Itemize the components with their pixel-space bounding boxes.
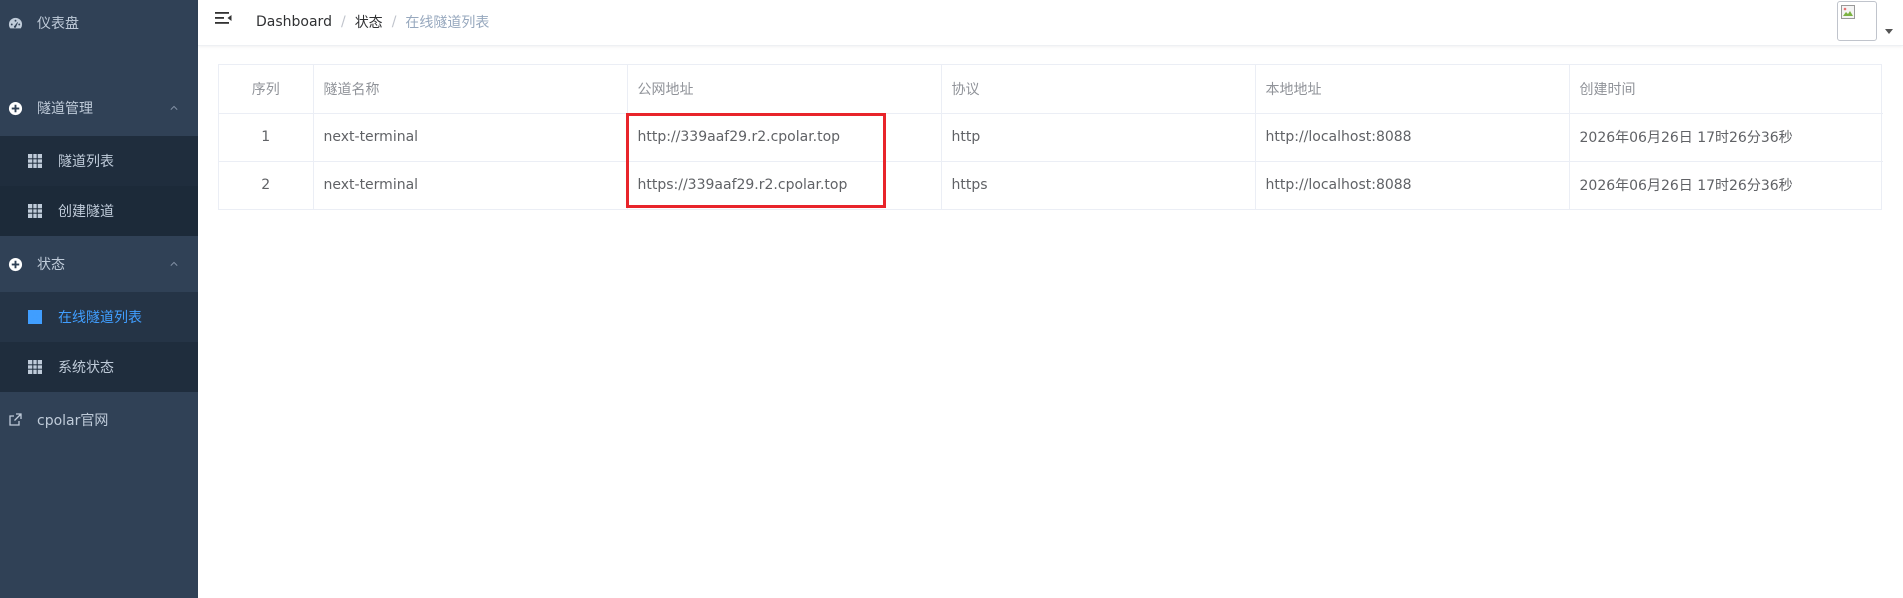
table-header-row: 序列 隧道名称 公网地址 协议 本地地址 创建时间	[219, 65, 1883, 114]
table-icon	[28, 204, 42, 218]
breadcrumb-separator: /	[391, 14, 397, 30]
sidebar-item-label: 仪表盘	[37, 16, 79, 32]
sidebar-item-create-tunnel[interactable]: 创建隧道	[0, 186, 198, 236]
breadcrumb-current: 在线隧道列表	[405, 15, 490, 31]
table-icon	[28, 154, 42, 168]
column-header-public-url: 公网地址	[627, 65, 942, 114]
column-header-protocol: 协议	[941, 65, 1256, 114]
cell-public-url[interactable]: http://339aaf29.r2.cpolar.top	[627, 113, 942, 162]
plus-circle-icon	[7, 256, 23, 272]
online-tunnel-table: 序列 隧道名称 公网地址 协议 本地地址 创建时间 1 next-termina…	[218, 64, 1883, 210]
external-link-icon	[7, 412, 23, 428]
cell-public-url[interactable]: https://339aaf29.r2.cpolar.top	[627, 161, 942, 209]
submenu-tunnel-mgmt: 隧道列表 创建隧道	[0, 136, 198, 236]
cell-index: 2	[219, 161, 314, 209]
sidebar-group-label: 隧道管理	[37, 101, 93, 117]
cell-local-addr: http://localhost:8088	[1255, 113, 1570, 162]
cell-index: 1	[219, 113, 314, 162]
broken-image-icon	[1841, 5, 1855, 19]
submenu-status: 在线隧道列表 系统状态	[0, 292, 198, 392]
plus-circle-icon	[7, 100, 23, 116]
chevron-up-icon	[170, 105, 178, 110]
sidebar-item-cpolar-official[interactable]: cpolar官网	[0, 392, 198, 448]
table-row: 2 next-terminal https://339aaf29.r2.cpol…	[219, 161, 1883, 209]
chevron-up-icon	[170, 261, 178, 266]
navbar: Dashboard / 状态 / 在线隧道列表	[198, 0, 1903, 46]
column-header-index: 序列	[219, 65, 314, 114]
table-icon	[28, 310, 42, 324]
breadcrumb-dashboard[interactable]: Dashboard	[256, 14, 332, 30]
sidebar-item-tunnel-list[interactable]: 隧道列表	[0, 136, 198, 186]
cell-created: 2026年06月26日 17时26分36秒	[1579, 178, 1793, 195]
cell-name: next-terminal	[313, 113, 628, 162]
cell-created: 2026年06月26日 17时26分36秒	[1569, 113, 1883, 162]
table-row: 1 next-terminal http://339aaf29.r2.cpola…	[219, 113, 1883, 162]
sidebar-item-online-tunnels[interactable]: 在线隧道列表	[0, 292, 198, 342]
sidebar-item-label: 创建隧道	[58, 204, 114, 220]
sidebar-item-label: 隧道列表	[58, 154, 114, 170]
caret-down-icon[interactable]	[1885, 29, 1893, 34]
cell-name: next-terminal	[313, 161, 628, 209]
sidebar-group-status[interactable]: 状态	[0, 236, 198, 292]
sidebar-group-label: 状态	[37, 257, 65, 273]
sidebar-item-dashboard[interactable]: 仪表盘	[0, 0, 198, 46]
cell-local-addr: http://localhost:8088	[1255, 161, 1570, 209]
table-icon	[28, 360, 42, 374]
cell-protocol: https	[941, 161, 1256, 209]
sidebar-item-label: 系统状态	[58, 360, 114, 376]
user-menu[interactable]	[1837, 1, 1893, 41]
sidebar: 仪表盘 隧道管理 隧道列表 创建隧道 状态 在线隧道列表 系统状态 cpolar…	[0, 0, 198, 598]
breadcrumb-separator: /	[340, 14, 346, 30]
sidebar-group-tunnel-mgmt[interactable]: 隧道管理	[0, 80, 198, 136]
breadcrumb-status[interactable]: 状态	[355, 12, 383, 32]
dashboard-icon	[7, 15, 23, 31]
avatar[interactable]	[1837, 1, 1877, 41]
cell-protocol: http	[941, 113, 1256, 162]
column-header-name: 隧道名称	[313, 65, 628, 114]
sidebar-item-label: 在线隧道列表	[58, 310, 142, 326]
column-header-created: 创建时间	[1569, 65, 1883, 114]
sidebar-item-label: cpolar官网	[37, 413, 109, 429]
column-header-local-addr: 本地地址	[1255, 65, 1570, 114]
sidebar-item-system-status[interactable]: 系统状态	[0, 342, 198, 392]
hamburger-icon[interactable]	[215, 11, 235, 29]
breadcrumb: Dashboard / 状态 / 在线隧道列表	[256, 12, 489, 32]
